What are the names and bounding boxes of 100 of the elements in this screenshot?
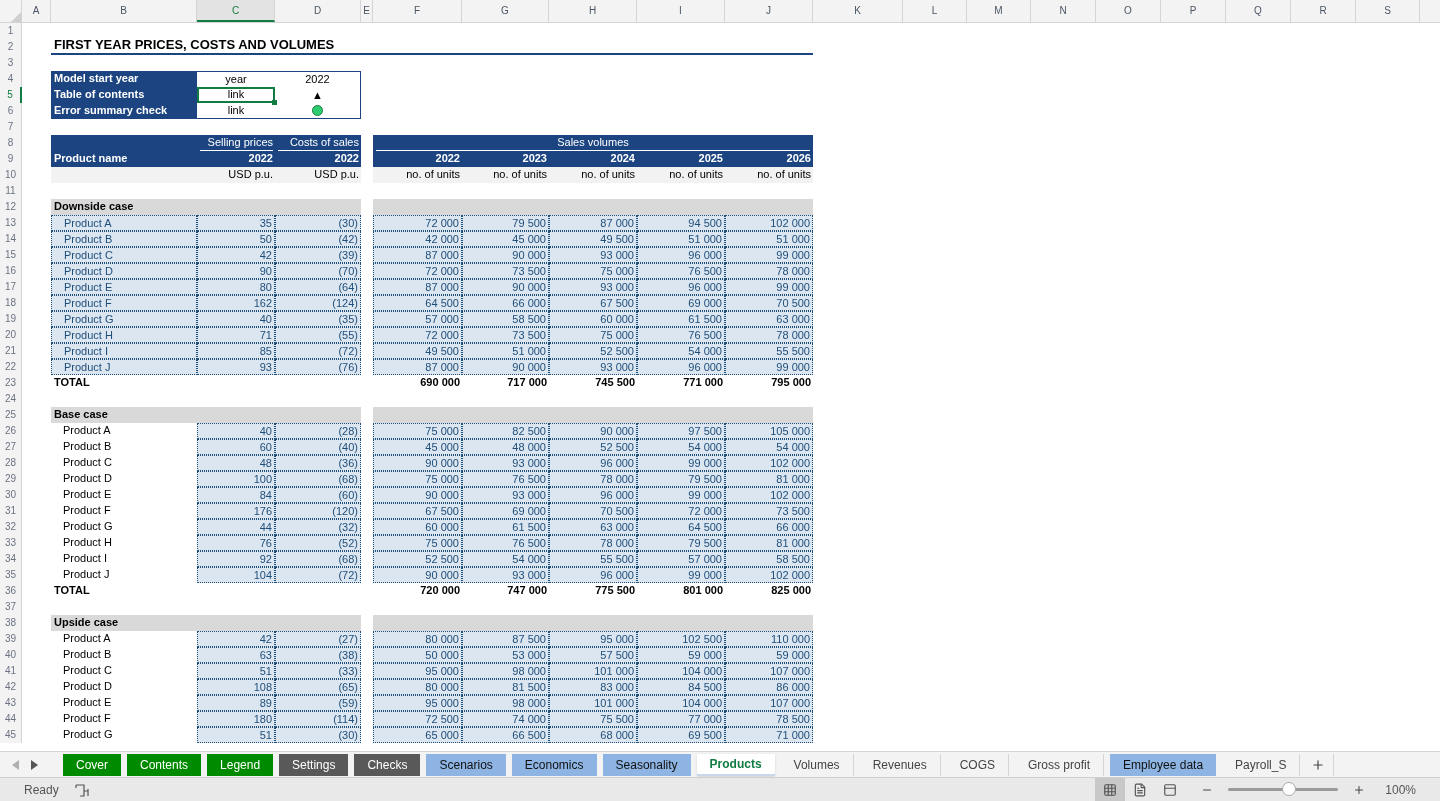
volume-cell[interactable]: 79 500: [462, 215, 549, 231]
row-header[interactable]: 9: [0, 151, 22, 167]
cost-cell[interactable]: (27): [275, 631, 361, 647]
volume-cell[interactable]: 93 000: [549, 247, 637, 263]
volume-cell[interactable]: 69 000: [462, 503, 549, 519]
volume-cell[interactable]: 87 000: [549, 215, 637, 231]
price-cell[interactable]: 162: [197, 295, 275, 311]
cost-cell[interactable]: (30): [275, 727, 361, 743]
volume-cell[interactable]: 95 000: [373, 663, 462, 679]
volume-cell[interactable]: 81 000: [725, 471, 813, 487]
row-header[interactable]: 31: [0, 503, 22, 519]
row-header[interactable]: 15: [0, 247, 22, 263]
volume-cell[interactable]: 81 000: [725, 535, 813, 551]
row-header[interactable]: 45: [0, 727, 22, 743]
price-cell[interactable]: 108: [197, 679, 275, 695]
volume-cell[interactable]: 107 000: [725, 695, 813, 711]
cost-cell[interactable]: (36): [275, 455, 361, 471]
column-letter[interactable]: M: [967, 0, 1031, 22]
row-header[interactable]: 19: [0, 311, 22, 327]
sheet-tab[interactable]: Revenues: [859, 753, 941, 776]
volume-cell[interactable]: 67 500: [373, 503, 462, 519]
volume-cell[interactable]: 64 500: [373, 295, 462, 311]
price-cell[interactable]: 42: [197, 631, 275, 647]
volume-cell[interactable]: 61 500: [462, 519, 549, 535]
cost-cell[interactable]: (68): [275, 471, 361, 487]
price-cell[interactable]: 176: [197, 503, 275, 519]
row-header[interactable]: 29: [0, 471, 22, 487]
column-letter[interactable]: F: [373, 0, 462, 22]
volume-cell[interactable]: 79 500: [637, 471, 725, 487]
volume-cell[interactable]: 68 000: [549, 727, 637, 743]
volume-cell[interactable]: 77 000: [637, 711, 725, 727]
cost-cell[interactable]: (68): [275, 551, 361, 567]
volume-cell[interactable]: 90 000: [549, 423, 637, 439]
row-header[interactable]: 30: [0, 487, 22, 503]
volume-cell[interactable]: 99 000: [637, 455, 725, 471]
volume-cell[interactable]: 76 500: [462, 471, 549, 487]
row-header[interactable]: 25: [0, 407, 22, 423]
volume-cell[interactable]: 60 000: [549, 311, 637, 327]
volume-cell[interactable]: 83 000: [549, 679, 637, 695]
volume-cell[interactable]: 52 500: [373, 551, 462, 567]
row-header[interactable]: 33: [0, 535, 22, 551]
volume-cell[interactable]: 69 500: [637, 727, 725, 743]
volume-cell[interactable]: 54 000: [637, 439, 725, 455]
volume-cell[interactable]: 90 000: [373, 487, 462, 503]
volume-cell[interactable]: 48 000: [462, 439, 549, 455]
volume-cell[interactable]: 102 000: [725, 455, 813, 471]
sheet-tab[interactable]: Volumes: [780, 753, 854, 776]
cost-cell[interactable]: (55): [275, 327, 361, 343]
price-cell[interactable]: 51: [197, 727, 275, 743]
sheet-tab[interactable]: COGS: [946, 753, 1009, 776]
volume-cell[interactable]: 51 000: [637, 231, 725, 247]
row-header[interactable]: 8: [0, 135, 22, 151]
zoom-in-icon[interactable]: [1353, 783, 1366, 796]
volume-cell[interactable]: 76 500: [637, 327, 725, 343]
info-cell[interactable]: link: [197, 87, 275, 103]
sheet-tab[interactable]: Payroll_S: [1222, 753, 1301, 776]
cost-cell[interactable]: (42): [275, 231, 361, 247]
price-cell[interactable]: 63: [197, 647, 275, 663]
sheet-tab[interactable]: Checks: [354, 753, 421, 776]
cost-cell[interactable]: (70): [275, 263, 361, 279]
volume-cell[interactable]: 96 000: [549, 487, 637, 503]
row-header[interactable]: 28: [0, 455, 22, 471]
volume-cell[interactable]: 95 000: [373, 695, 462, 711]
volume-cell[interactable]: 96 000: [637, 279, 725, 295]
volume-cell[interactable]: 90 000: [462, 279, 549, 295]
price-cell[interactable]: 48: [197, 455, 275, 471]
volume-cell[interactable]: 75 000: [549, 327, 637, 343]
volume-cell[interactable]: 58 500: [462, 311, 549, 327]
view-button[interactable]: [1095, 777, 1126, 801]
sheet-tab[interactable]: Employee data: [1110, 753, 1217, 776]
price-cell[interactable]: 40: [197, 423, 275, 439]
volume-cell[interactable]: 55 500: [725, 343, 813, 359]
column-letter[interactable]: C: [197, 0, 275, 22]
row-header[interactable]: 3: [0, 55, 22, 71]
volume-cell[interactable]: 69 000: [637, 295, 725, 311]
row-header[interactable]: 42: [0, 679, 22, 695]
column-letter[interactable]: E: [361, 0, 373, 22]
cost-cell[interactable]: (28): [275, 423, 361, 439]
volume-cell[interactable]: 66 000: [725, 519, 813, 535]
column-letter[interactable]: Q: [1226, 0, 1291, 22]
volume-cell[interactable]: 75 000: [373, 471, 462, 487]
column-letter[interactable]: H: [549, 0, 637, 22]
volume-cell[interactable]: 104 000: [637, 663, 725, 679]
volume-cell[interactable]: 93 000: [549, 279, 637, 295]
column-letter[interactable]: J: [725, 0, 813, 22]
row-header[interactable]: 35: [0, 567, 22, 583]
volume-cell[interactable]: 105 000: [725, 423, 813, 439]
volume-cell[interactable]: 90 000: [462, 247, 549, 263]
volume-cell[interactable]: 99 000: [725, 247, 813, 263]
volume-cell[interactable]: 104 000: [637, 695, 725, 711]
price-cell[interactable]: 50: [197, 231, 275, 247]
row-header[interactable]: 10: [0, 167, 22, 183]
price-cell[interactable]: 85: [197, 343, 275, 359]
price-cell[interactable]: 42: [197, 247, 275, 263]
volume-cell[interactable]: 61 500: [637, 311, 725, 327]
volume-cell[interactable]: 75 000: [373, 423, 462, 439]
volume-cell[interactable]: 72 000: [637, 503, 725, 519]
volume-cell[interactable]: 97 500: [637, 423, 725, 439]
volume-cell[interactable]: 101 000: [549, 663, 637, 679]
volume-cell[interactable]: 59 000: [637, 647, 725, 663]
